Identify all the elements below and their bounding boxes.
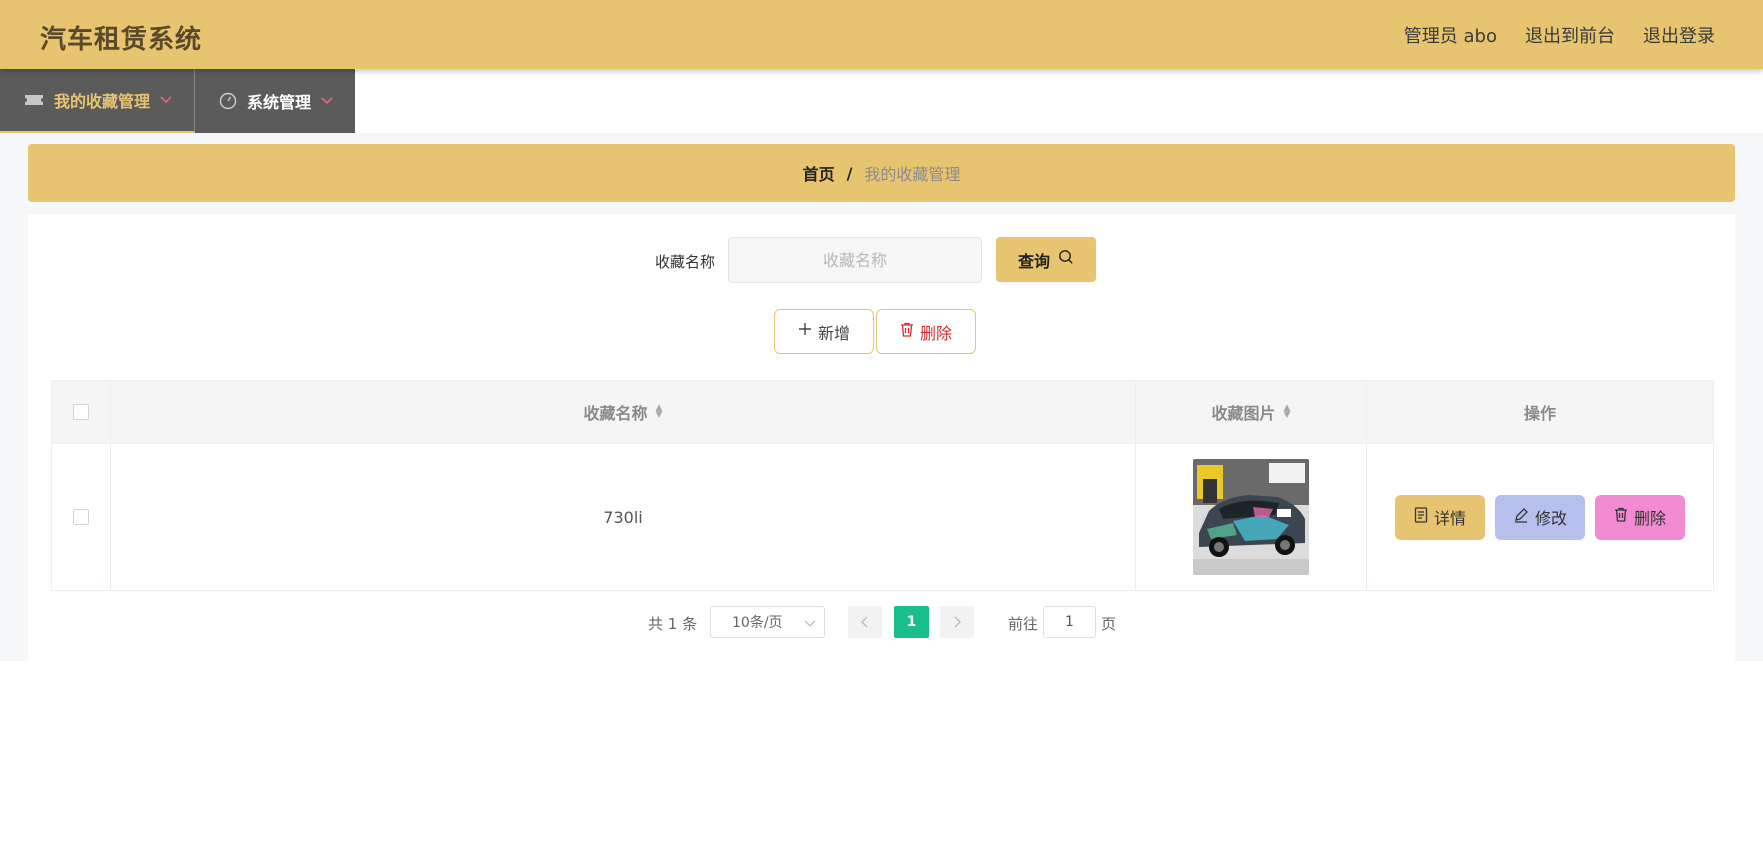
nav-item-system[interactable]: 系统管理 — [195, 69, 356, 133]
detail-button-label: 详情 — [1433, 511, 1466, 528]
trash-icon — [1614, 507, 1628, 527]
table-header-row: 收藏名称 ▲ ▼ 收藏图片 ▲ ▼ 操作 — [52, 381, 1713, 444]
favorites-table: 收藏名称 ▲ ▼ 收藏图片 ▲ ▼ 操作 730li 详情 修改 删除 — [51, 380, 1714, 591]
select-all-checkbox[interactable] — [73, 404, 89, 420]
chevron-down-icon — [804, 613, 816, 636]
header-actions: 操作 — [1367, 381, 1713, 443]
next-page-button[interactable] — [940, 606, 974, 638]
trash-icon — [900, 322, 914, 342]
row-image-cell — [1136, 444, 1367, 590]
sort-icon[interactable]: ▲ ▼ — [656, 404, 663, 420]
search-icon — [1058, 249, 1074, 270]
header-image[interactable]: 收藏图片 ▲ ▼ — [1136, 381, 1367, 443]
delete-button-label: 删除 — [1633, 511, 1666, 528]
sort-icon[interactable]: ▲ ▼ — [1284, 404, 1291, 420]
document-icon — [1414, 506, 1428, 528]
gauge-icon — [219, 92, 237, 110]
header-select-cell — [52, 381, 111, 443]
query-button-label: 查询 — [1017, 253, 1050, 271]
pencil-icon — [1513, 507, 1529, 528]
header-name[interactable]: 收藏名称 ▲ ▼ — [111, 381, 1136, 443]
add-button[interactable]: 新增 — [774, 309, 874, 354]
header-name-label: 收藏名称 — [583, 404, 648, 423]
header-image-label: 收藏图片 — [1211, 404, 1276, 423]
page-number-current[interactable]: 1 — [894, 606, 929, 638]
top-header: 汽车租赁系统 管理员 abo 退出到前台 退出登录 — [0, 0, 1763, 69]
row-name-cell: 730li — [111, 444, 1136, 590]
page-size-select[interactable]: 10条/页 — [710, 606, 825, 638]
pagination-total: 共 1 条 — [648, 615, 698, 633]
goto-page-input[interactable] — [1043, 606, 1096, 638]
row-name: 730li — [603, 507, 643, 527]
chevron-left-icon — [861, 616, 868, 628]
app-title: 汽车租赁系统 — [40, 25, 203, 55]
detail-button[interactable]: 详情 — [1395, 494, 1485, 540]
search-input[interactable] — [728, 237, 982, 283]
nav-item-label: 系统管理 — [247, 93, 312, 112]
main-nav: 我的收藏管理 系统管理 — [0, 69, 356, 133]
top-links: 管理员 abo 退出到前台 退出登录 — [1404, 22, 1715, 48]
delete-button[interactable]: 删除 — [1595, 494, 1685, 540]
batch-delete-label: 删除 — [919, 325, 952, 343]
nav-item-label: 我的收藏管理 — [54, 92, 151, 111]
row-checkbox[interactable] — [73, 509, 89, 525]
ticket-icon — [24, 93, 44, 107]
edit-button-label: 修改 — [1534, 511, 1567, 528]
chevron-down-icon — [160, 96, 172, 104]
batch-delete-button[interactable]: 删除 — [876, 309, 976, 354]
row-select-cell — [52, 444, 111, 590]
edit-button[interactable]: 修改 — [1495, 494, 1585, 540]
chevron-right-icon — [954, 616, 961, 628]
nav-item-favorites[interactable]: 我的收藏管理 — [0, 69, 196, 133]
page-size-value: 10条/页 — [732, 615, 783, 631]
plus-icon — [798, 322, 812, 341]
prev-page-button[interactable] — [848, 606, 882, 638]
car-photo[interactable] — [1193, 459, 1309, 575]
logout-link[interactable]: 退出登录 — [1643, 22, 1715, 48]
admin-user-label[interactable]: 管理员 abo — [1404, 22, 1497, 48]
pagination: 共 1 条 10条/页 1 前往 页 — [0, 606, 1763, 640]
row-actions-cell: 详情 修改 删除 — [1367, 444, 1713, 590]
chevron-down-icon — [321, 97, 333, 105]
table-row: 730li 详情 修改 删除 — [52, 444, 1713, 590]
goto-label: 前往 — [1008, 615, 1039, 633]
breadcrumb-separator: / — [846, 163, 853, 183]
add-button-label: 新增 — [817, 325, 850, 343]
header-actions-label: 操作 — [1523, 404, 1556, 423]
breadcrumb-current: 我的收藏管理 — [864, 165, 961, 184]
query-button[interactable]: 查询 — [996, 237, 1096, 282]
breadcrumb-home[interactable]: 首页 — [803, 161, 835, 185]
page-suffix: 页 — [1101, 615, 1117, 633]
search-label: 收藏名称 — [655, 253, 716, 271]
back-to-front-link[interactable]: 退出到前台 — [1525, 22, 1615, 48]
breadcrumb: 首页 / 我的收藏管理 — [28, 144, 1735, 202]
